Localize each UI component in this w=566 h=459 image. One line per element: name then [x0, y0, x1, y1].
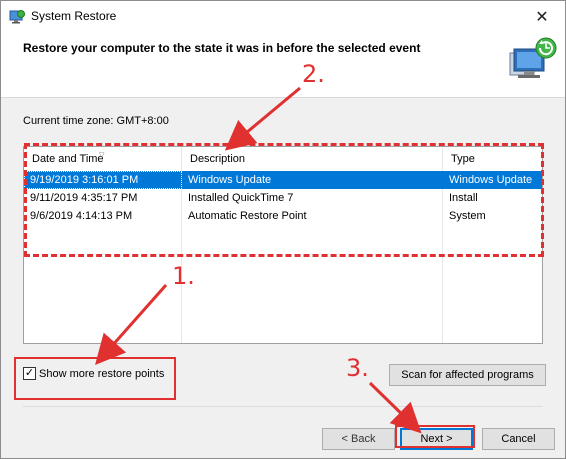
- back-button[interactable]: < Back: [322, 428, 395, 450]
- system-restore-icon: [9, 10, 25, 24]
- close-icon: ✕: [535, 8, 549, 26]
- annotation-box-restore-list: [24, 143, 544, 257]
- footer-divider: [23, 406, 543, 407]
- page-title: Restore your computer to the state it wa…: [23, 41, 421, 55]
- scan-affected-programs-button[interactable]: Scan for affected programs: [389, 364, 546, 386]
- annotation-box-show-more: [14, 357, 176, 400]
- annotation-box-next: [395, 425, 475, 448]
- restore-computer-icon: [509, 37, 557, 78]
- title-bar: System Restore ✕: [1, 1, 565, 32]
- annotation-label-3: 3.: [346, 354, 369, 382]
- window-title: System Restore: [31, 9, 117, 23]
- header-panel: Restore your computer to the state it wa…: [1, 32, 565, 98]
- close-button[interactable]: ✕: [519, 1, 565, 32]
- annotation-label-2: 2.: [302, 60, 325, 88]
- cancel-button[interactable]: Cancel: [482, 428, 555, 450]
- timezone-label: Current time zone: GMT+8:00: [23, 115, 169, 127]
- annotation-label-1: 1.: [172, 262, 195, 290]
